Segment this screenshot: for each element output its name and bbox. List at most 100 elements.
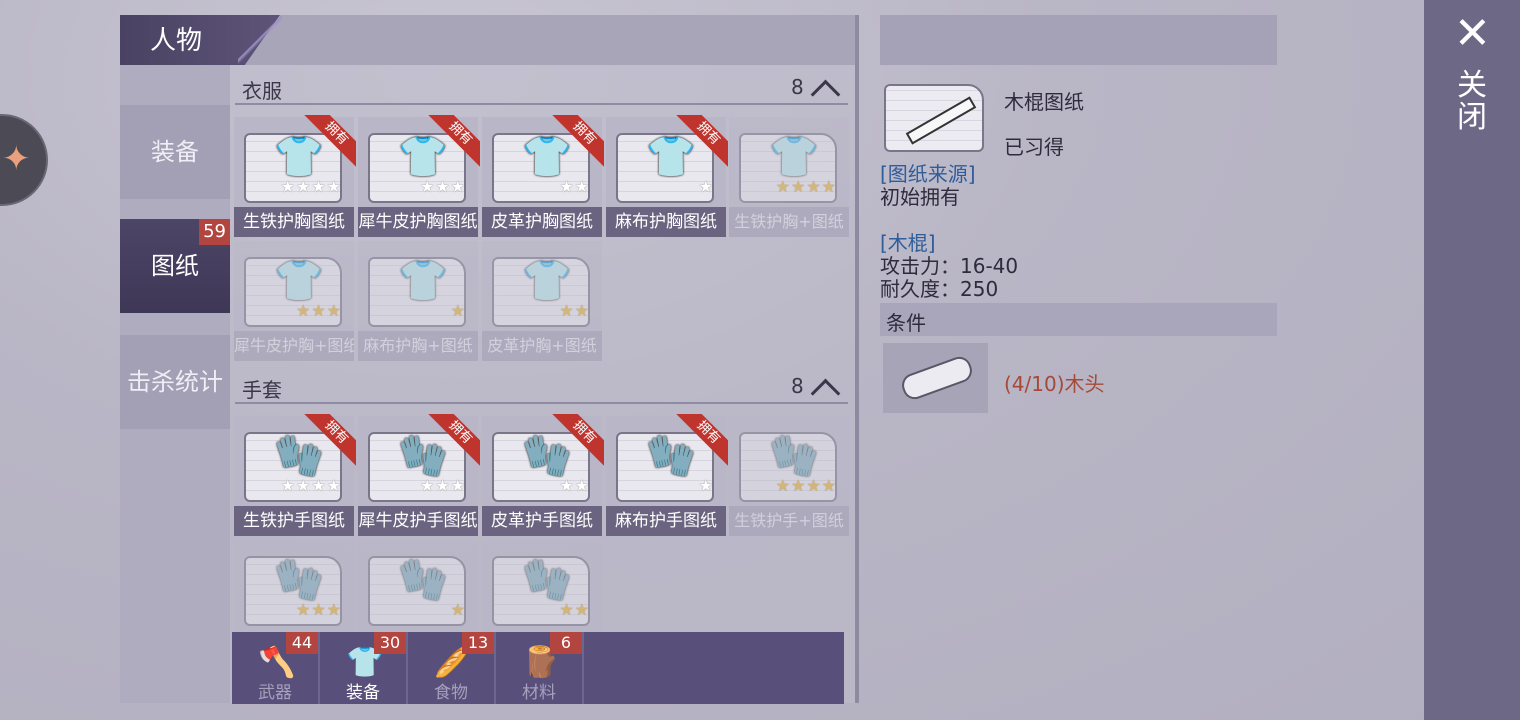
blueprint-label: 皮革护胸图纸 bbox=[482, 207, 602, 237]
wood-icon bbox=[883, 343, 988, 413]
star-rating: ★★★ bbox=[295, 600, 342, 619]
blueprint-label: 犀牛皮护胸+图纸 bbox=[234, 331, 354, 361]
owned-ribbon: 拥有 bbox=[674, 115, 728, 169]
category-weapons[interactable]: 🪓 武器 44 bbox=[232, 632, 320, 704]
owned-ribbon: 拥有 bbox=[426, 115, 480, 169]
title-decoration bbox=[238, 15, 282, 67]
owned-label: 拥有 bbox=[550, 115, 604, 169]
owned-ribbon: 拥有 bbox=[550, 115, 604, 169]
section-title-gloves: 手套 bbox=[242, 378, 282, 402]
blueprint-card[interactable]: 🧤 ★ 麻布护手图纸 拥有 bbox=[606, 414, 728, 536]
condition-text: (4/10)木头 bbox=[1004, 372, 1105, 396]
blueprint-card[interactable]: 👕 ★★★★ 生铁护胸图纸 拥有 bbox=[234, 115, 356, 237]
blueprint-label: 犀牛皮护手图纸 bbox=[358, 506, 478, 536]
count-badge: 6 bbox=[550, 632, 582, 654]
blueprint-label: 生铁护手图纸 bbox=[234, 506, 354, 536]
category-label: 食物 bbox=[434, 683, 468, 703]
sidebar-item-label: 击杀统计 bbox=[127, 368, 223, 396]
detail-name: 木棍图纸 bbox=[1004, 90, 1084, 114]
blueprint-card[interactable]: 🧤 ★★★ 犀牛皮护手图纸 拥有 bbox=[358, 414, 480, 536]
section-title-clothes: 衣服 bbox=[242, 79, 282, 103]
owned-ribbon: 拥有 bbox=[674, 414, 728, 468]
sidebar-item-blueprints[interactable]: 图纸 59 bbox=[120, 219, 230, 313]
count-badge: 30 bbox=[374, 632, 406, 654]
blueprint-card[interactable]: 👕 ★ 麻布护胸+图纸 bbox=[358, 241, 478, 361]
star-rating: ★ bbox=[698, 476, 714, 495]
sidebar-item-label: 装备 bbox=[151, 138, 199, 166]
blueprint-card[interactable]: 🧤 ★★★★ 生铁护手图纸 拥有 bbox=[234, 414, 356, 536]
blueprint-label: 生铁护胸图纸 bbox=[234, 207, 354, 237]
blueprint-label: 生铁护胸+图纸 bbox=[729, 207, 849, 237]
star-rating: ★★ bbox=[559, 177, 590, 196]
panel-divider bbox=[855, 15, 859, 703]
sidebar: 装备 图纸 59 击杀统计 bbox=[120, 65, 230, 703]
section-divider bbox=[235, 402, 848, 404]
glove-icon: 🧤 bbox=[769, 433, 819, 479]
blueprint-label: 皮革护胸+图纸 bbox=[482, 331, 602, 361]
avatar[interactable]: ✦ bbox=[0, 114, 48, 206]
blueprint-card[interactable]: 👕 ★★ 皮革护胸+图纸 bbox=[482, 241, 602, 361]
blueprint-card[interactable]: 🧤 ★★★★ 生铁护手+图纸 bbox=[729, 416, 849, 536]
section-divider bbox=[235, 103, 848, 105]
category-bar: 🪓 武器 44 👕 装备 30 🥖 食物 13 🪵 材料 6 bbox=[232, 632, 844, 704]
glove-icon: 🧤 bbox=[522, 557, 572, 603]
category-label: 装备 bbox=[346, 683, 380, 703]
section-count: 8 bbox=[791, 374, 804, 398]
blueprint-label: 麻布护胸图纸 bbox=[606, 207, 726, 237]
owned-label: 拥有 bbox=[674, 115, 728, 169]
category-label: 武器 bbox=[258, 683, 292, 703]
category-equipment[interactable]: 👕 装备 30 bbox=[320, 632, 408, 704]
owned-label: 拥有 bbox=[426, 115, 480, 169]
owned-label: 拥有 bbox=[302, 115, 356, 169]
star-rating: ★ bbox=[698, 177, 714, 196]
star-rating: ★★★★ bbox=[775, 177, 837, 196]
star-rating: ★★ bbox=[559, 301, 590, 320]
owned-label: 拥有 bbox=[302, 414, 356, 468]
blueprint-label: 皮革护手图纸 bbox=[482, 506, 602, 536]
star-rating: ★★ bbox=[559, 476, 590, 495]
count-badge: 44 bbox=[286, 632, 318, 654]
category-food[interactable]: 🥖 食物 13 bbox=[408, 632, 496, 704]
section-count: 8 bbox=[791, 75, 804, 99]
count-badge: 59 bbox=[199, 219, 230, 245]
sidebar-item-equipment[interactable]: 装备 bbox=[120, 105, 230, 199]
detail-status: 已习得 bbox=[1004, 135, 1064, 159]
sidebar-item-kill-stats[interactable]: 击杀统计 bbox=[120, 335, 230, 429]
count-badge: 13 bbox=[462, 632, 494, 654]
star-icon: ✦ bbox=[2, 139, 31, 179]
blueprint-card[interactable]: 🧤 ★★ 皮革护手图纸 拥有 bbox=[482, 414, 604, 536]
blueprint-stick-icon bbox=[884, 84, 984, 152]
condition-header: 条件 bbox=[886, 311, 926, 335]
star-rating: ★★★★ bbox=[280, 476, 342, 495]
close-label[interactable]: 关闭 bbox=[1455, 70, 1489, 134]
owned-label: 拥有 bbox=[550, 414, 604, 468]
star-rating: ★★★ bbox=[419, 177, 466, 196]
star-rating: ★ bbox=[450, 600, 466, 619]
blueprint-card[interactable]: 👕 ★★★ 犀牛皮护胸+图纸 bbox=[234, 241, 354, 361]
owned-label: 拥有 bbox=[426, 414, 480, 468]
owned-ribbon: 拥有 bbox=[302, 115, 356, 169]
blueprint-label: 麻布护手图纸 bbox=[606, 506, 726, 536]
category-materials[interactable]: 🪵 材料 6 bbox=[496, 632, 584, 704]
sidebar-item-label: 图纸 bbox=[151, 252, 199, 280]
star-rating: ★★★ bbox=[419, 476, 466, 495]
star-rating: ★★★★ bbox=[280, 177, 342, 196]
chestplate-icon: 👕 bbox=[398, 258, 448, 304]
blueprint-card[interactable]: 👕 ★ 麻布护胸图纸 拥有 bbox=[606, 115, 728, 237]
blueprint-card[interactable]: 👕 ★★★★ 生铁护胸+图纸 bbox=[729, 117, 849, 237]
condition-bar: 条件 bbox=[880, 303, 1277, 336]
glove-icon: 🧤 bbox=[398, 557, 448, 603]
category-label: 材料 bbox=[522, 683, 556, 703]
close-icon[interactable]: ✕ bbox=[1454, 12, 1491, 56]
chestplate-icon: 👕 bbox=[274, 258, 324, 304]
blueprint-card[interactable]: 👕 ★★ 皮革护胸图纸 拥有 bbox=[482, 115, 604, 237]
glove-icon: 🧤 bbox=[274, 557, 324, 603]
star-rating: ★★ bbox=[559, 600, 590, 619]
blueprint-label: 生铁护手+图纸 bbox=[729, 506, 849, 536]
blueprint-card[interactable]: 👕 ★★★ 犀牛皮护胸图纸 拥有 bbox=[358, 115, 480, 237]
star-rating: ★ bbox=[450, 301, 466, 320]
owned-ribbon: 拥有 bbox=[550, 414, 604, 468]
owned-ribbon: 拥有 bbox=[426, 414, 480, 468]
star-rating: ★★★ bbox=[295, 301, 342, 320]
owned-label: 拥有 bbox=[674, 414, 728, 468]
